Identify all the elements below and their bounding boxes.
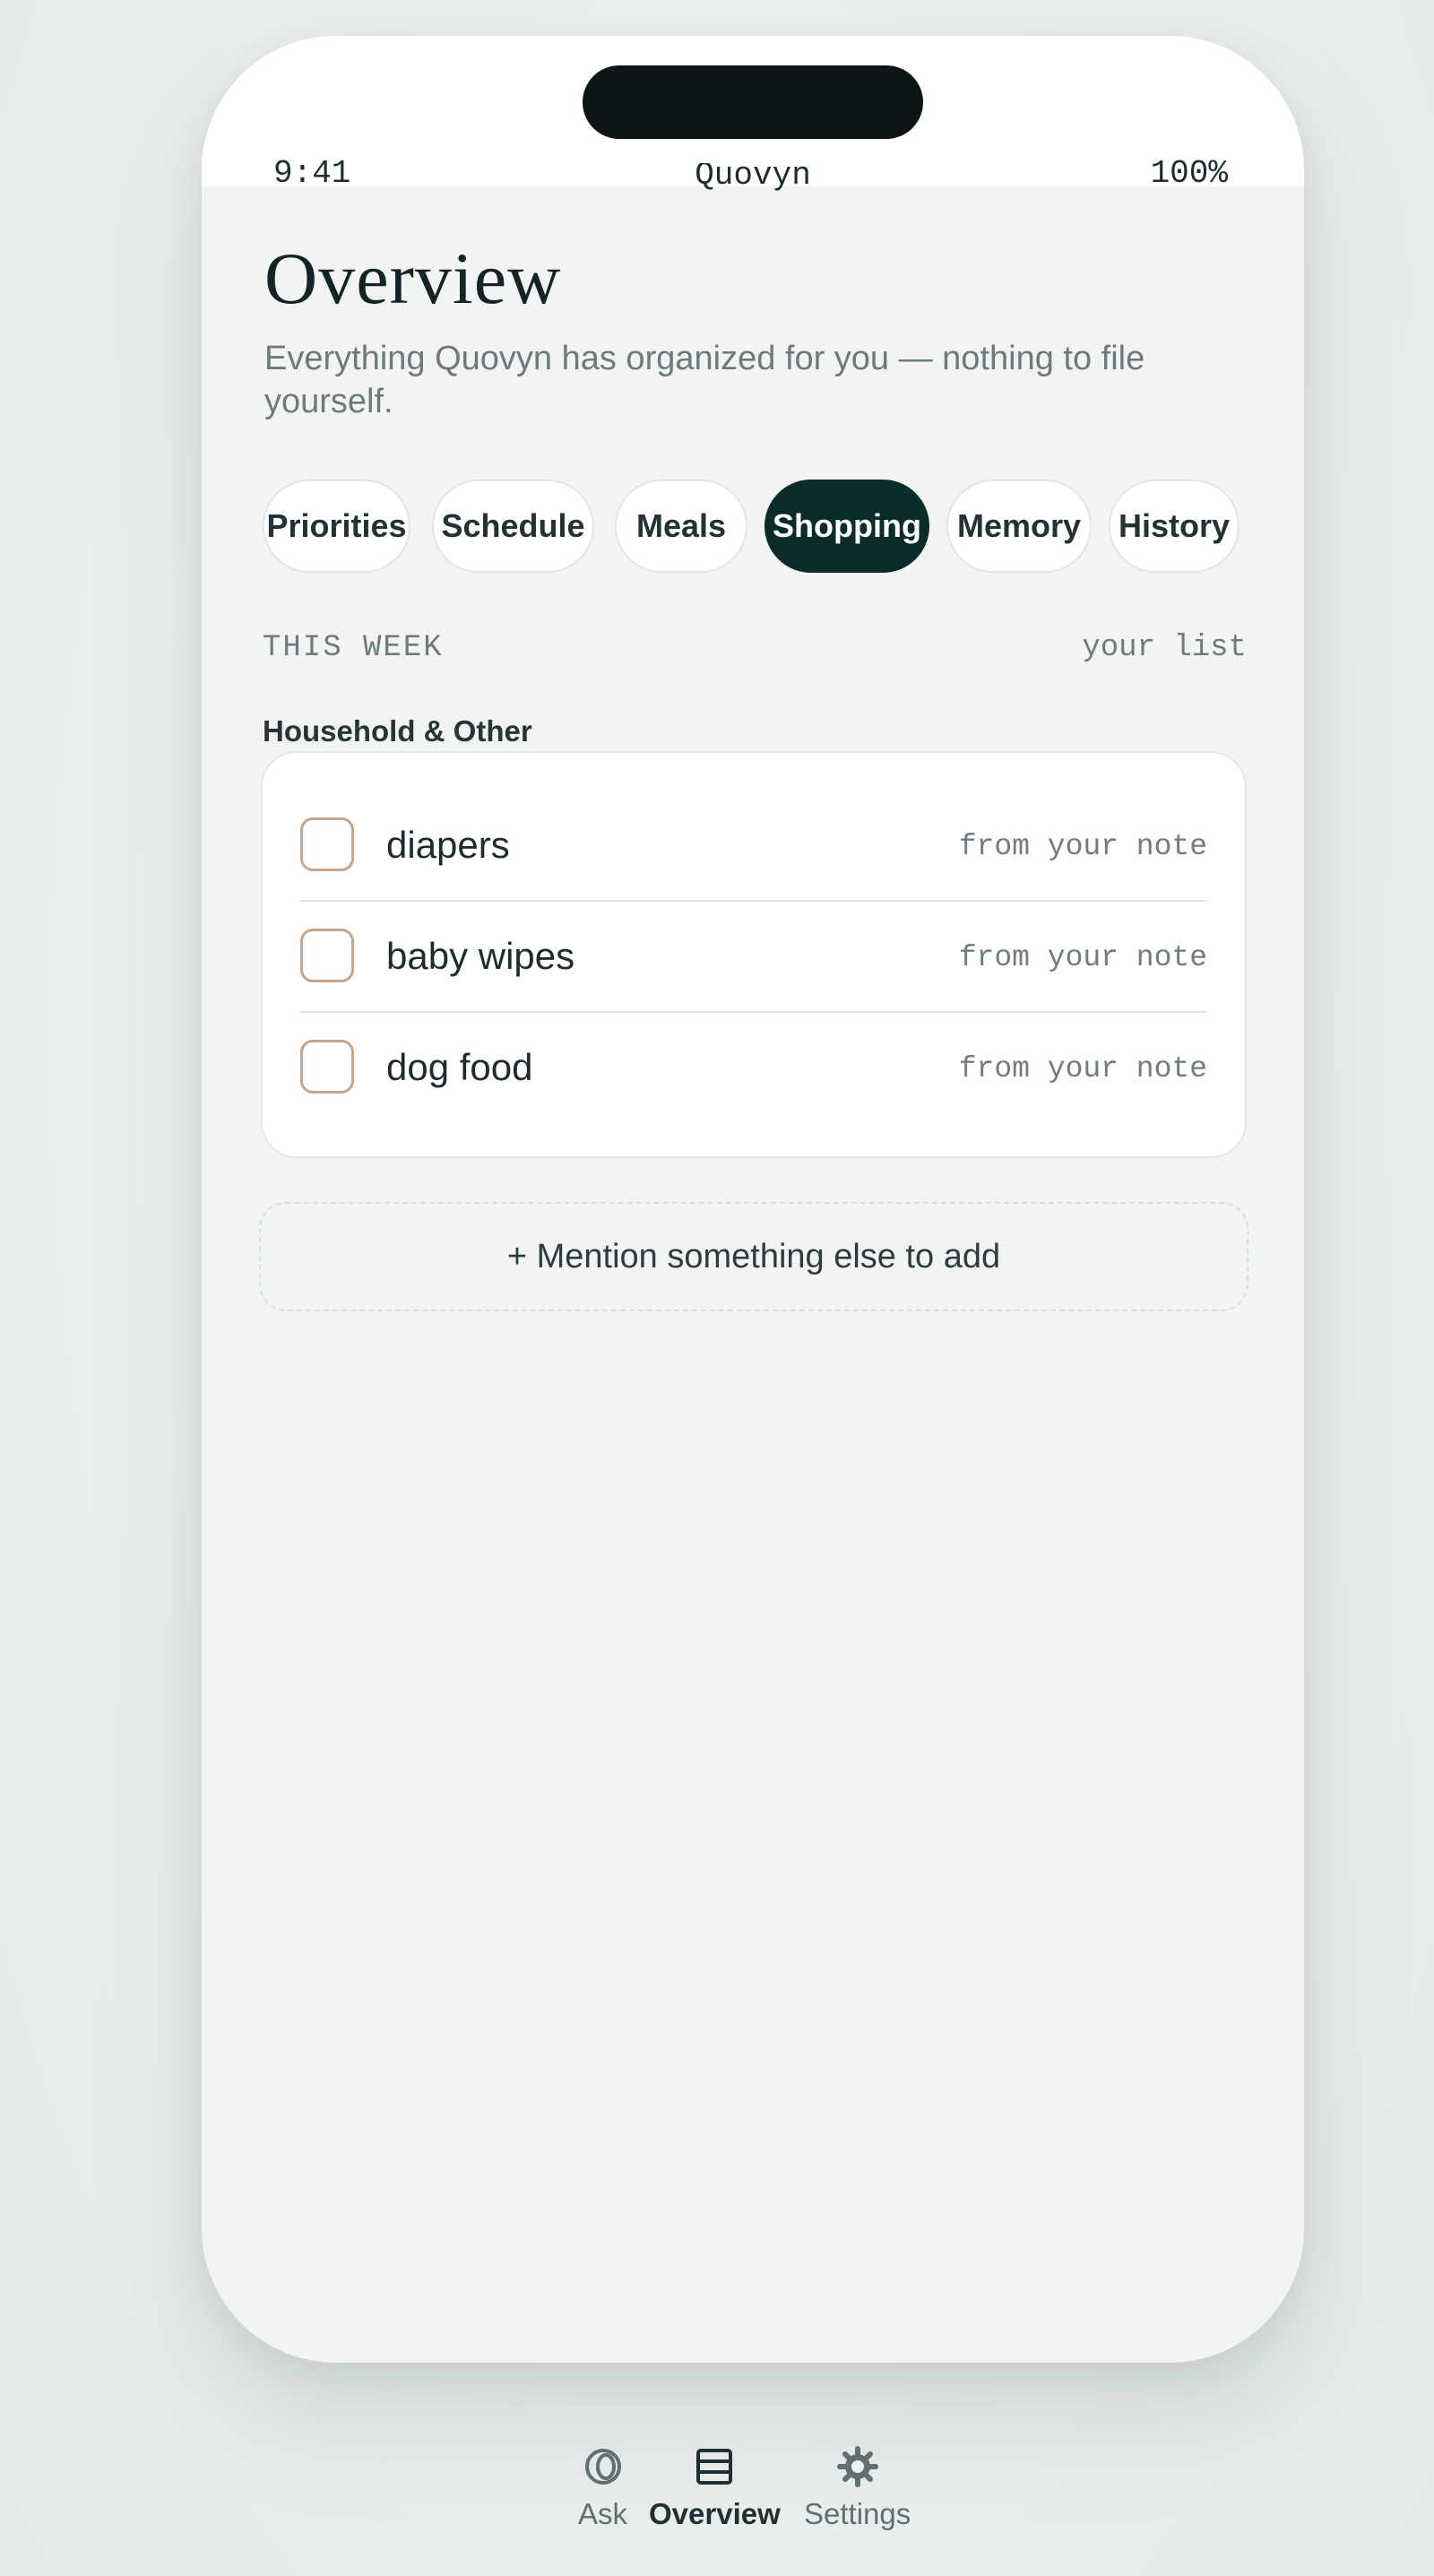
tab-shopping[interactable]: Shopping	[765, 480, 929, 573]
item-source: from your note	[958, 941, 1207, 974]
ask-icon	[584, 2449, 621, 2485]
list-item: baby wipes from your note	[300, 902, 1207, 1013]
shopping-list-card: diapers from your note baby wipes from y…	[261, 751, 1247, 1158]
tab-schedule[interactable]: Schedule	[432, 480, 594, 573]
nav-label: Settings	[804, 2497, 911, 2530]
status-time: 9:41	[273, 155, 351, 192]
section-label: THIS WEEK	[263, 631, 444, 665]
item-name: dog food	[386, 1046, 533, 1088]
tab-history[interactable]: History	[1109, 480, 1240, 573]
item-name: diapers	[386, 824, 510, 866]
item-name: baby wipes	[386, 935, 575, 977]
item-checkbox[interactable]	[300, 817, 354, 871]
nav-settings[interactable]: Settings	[804, 2445, 911, 2528]
item-source: from your note	[958, 830, 1207, 863]
group-label: Household & Other	[263, 714, 532, 748]
list-item: dog food from your note	[300, 1013, 1207, 1124]
item-source: from your note	[958, 1052, 1207, 1085]
status-app-name: Quovyn	[695, 157, 811, 194]
tab-meals[interactable]: Meals	[615, 480, 747, 573]
list-item: diapers from your note	[300, 791, 1207, 902]
status-bar: 9:41 Quovyn 100%	[202, 36, 1304, 192]
item-checkbox[interactable]	[300, 929, 354, 982]
nav-ask[interactable]: Ask	[578, 2445, 627, 2528]
tab-memory[interactable]: Memory	[946, 480, 1092, 573]
tab-priorities[interactable]: Priorities	[263, 480, 410, 573]
phone-frame: 9:41 Quovyn 100% Overview Everything Quo…	[202, 36, 1304, 2363]
gear-icon	[836, 2446, 878, 2487]
nav-label: Ask	[578, 2497, 628, 2530]
nav-overview[interactable]: Overview	[649, 2445, 781, 2528]
section-note: your list	[1082, 631, 1247, 665]
item-checkbox[interactable]	[300, 1040, 354, 1094]
tab-bar-divider	[506, 2402, 998, 2404]
nav-label: Overview	[649, 2497, 781, 2530]
dynamic-island	[583, 65, 923, 139]
overview-icon	[696, 2449, 733, 2485]
add-item-button[interactable]: + Mention something else to add	[259, 1202, 1248, 1311]
page-subtitle: Everything Quovyn has organized for you …	[264, 340, 1145, 420]
page-title: Overview	[264, 238, 562, 319]
status-battery: 100%	[1150, 155, 1228, 192]
